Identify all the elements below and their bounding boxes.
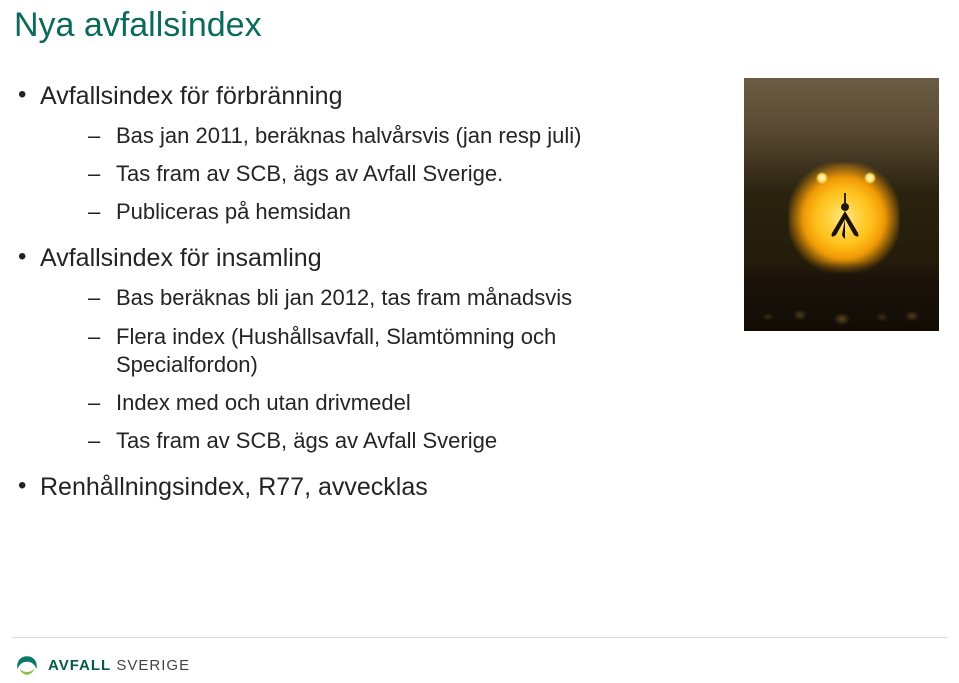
- brand-word-2: SVERIGE: [116, 657, 190, 674]
- crane-claw-icon: [822, 193, 868, 239]
- bullet-1-sublist: Bas jan 2011, beräknas halvårsvis (jan r…: [40, 122, 654, 226]
- bullet-item-2-text: Avfallsindex för insamling: [40, 244, 322, 272]
- bullet-list: Avfallsindex för förbränning Bas jan 201…: [14, 80, 654, 503]
- sub-item-text: Bas jan 2011, beräknas halvårsvis (jan r…: [116, 123, 582, 148]
- slide: { "title": "Nya avfallsindex", "bullets"…: [0, 0, 959, 683]
- bullet-item-3: Renhållningsindex, R77, avvecklas: [14, 471, 654, 503]
- sub-item-text: Flera index (Hushållsavfall, Slamtömning…: [116, 324, 556, 377]
- sub-item: Index med och utan drivmedel: [70, 389, 654, 417]
- footer-logo-text: AVFALL SVERIGE: [48, 657, 190, 674]
- footer-logo: AVFALL SVERIGE: [14, 654, 190, 677]
- image-light: [816, 172, 828, 184]
- slide-title: Nya avfallsindex: [14, 6, 262, 45]
- slide-body: Avfallsindex för förbränning Bas jan 201…: [14, 80, 654, 519]
- image-rubble: [752, 289, 931, 325]
- sub-item-text: Publiceras på hemsidan: [116, 199, 351, 224]
- sub-item-text: Tas fram av SCB, ägs av Avfall Sverige.: [116, 161, 503, 186]
- bullet-item-1: Avfallsindex för förbränning Bas jan 201…: [14, 80, 654, 226]
- bullet-item-1-text: Avfallsindex för förbränning: [40, 82, 343, 110]
- sub-item: Bas jan 2011, beräknas halvårsvis (jan r…: [70, 122, 654, 150]
- sub-item-text: Tas fram av SCB, ägs av Avfall Sverige: [116, 428, 497, 453]
- sub-item-text: Index med och utan drivmedel: [116, 390, 411, 415]
- image-light: [864, 172, 876, 184]
- recycle-swirl-icon: [14, 654, 40, 677]
- slide-footer: AVFALL SVERIGE: [0, 637, 959, 683]
- sub-item: Publiceras på hemsidan: [70, 198, 654, 226]
- sub-item: Tas fram av SCB, ägs av Avfall Sverige.: [70, 160, 654, 188]
- sub-item: Bas beräknas bli jan 2012, tas fram måna…: [70, 284, 654, 312]
- brand-word-1: AVFALL: [48, 657, 111, 674]
- bullet-item-2: Avfallsindex för insamling Bas beräknas …: [14, 242, 654, 455]
- sub-item-text: Bas beräknas bli jan 2012, tas fram måna…: [116, 285, 572, 310]
- footer-divider: [12, 637, 947, 638]
- bullet-item-3-text: Renhållningsindex, R77, avvecklas: [40, 473, 428, 501]
- sub-item: Flera index (Hushållsavfall, Slamtömning…: [70, 323, 654, 379]
- bullet-2-sublist: Bas beräknas bli jan 2012, tas fram måna…: [40, 284, 654, 455]
- slide-image: [744, 78, 939, 331]
- sub-item: Tas fram av SCB, ägs av Avfall Sverige: [70, 427, 654, 455]
